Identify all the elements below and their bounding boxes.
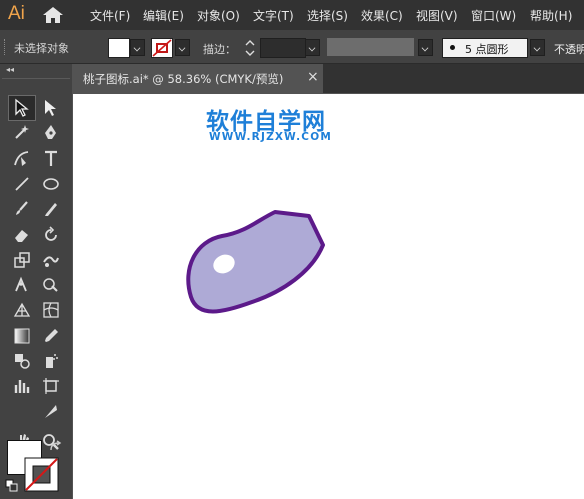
blend-icon <box>15 354 30 369</box>
magic-wand-tool[interactable] <box>8 120 36 146</box>
stroke-swatch-large[interactable] <box>24 457 59 492</box>
brush-dropdown[interactable] <box>530 39 545 56</box>
gradient-tool[interactable] <box>8 323 36 349</box>
watermark-subtitle: WWW.RJZXW.COM <box>209 131 332 143</box>
variable-width-profile[interactable] <box>327 38 414 56</box>
menu-edit[interactable]: 编辑(E) <box>143 7 184 24</box>
pen-tool[interactable] <box>37 120 65 146</box>
artboard-icon <box>43 378 59 395</box>
tab-close-icon[interactable]: × <box>307 69 319 85</box>
artboard-tool[interactable] <box>37 373 65 399</box>
menu-select[interactable]: 选择(S) <box>307 7 348 24</box>
symbol-sprayer-tool[interactable] <box>37 348 65 374</box>
puppet-warp-icon <box>15 276 27 292</box>
selection-tool[interactable] <box>8 95 36 121</box>
fill-color-swatch[interactable] <box>108 38 130 58</box>
column-graph-tool[interactable] <box>8 373 36 399</box>
brush-definition[interactable]: 5 点圆形 <box>442 38 528 58</box>
line-icon <box>15 177 29 191</box>
mesh-tool[interactable] <box>37 297 65 323</box>
stroke-weight-label: 描边： <box>203 43 236 56</box>
curvature-icon <box>14 150 29 166</box>
paintbrush-tool[interactable] <box>8 196 36 222</box>
type-icon <box>45 150 57 166</box>
selection-icon <box>15 98 29 117</box>
peach-shape[interactable] <box>185 205 330 325</box>
direct-selection-tool[interactable] <box>37 95 65 121</box>
direct-selection-icon <box>45 100 56 116</box>
perspective-grid-icon <box>13 303 31 318</box>
menu-help[interactable]: 帮助(H) <box>530 7 572 24</box>
pencil-icon <box>45 203 57 217</box>
document-tab-bar: 桃子图标.ai* @ 58.36% (CMYK/预览) × <box>73 64 584 93</box>
brush-definition-label: 5 点圆形 <box>465 43 509 56</box>
ellipse-tool[interactable] <box>37 171 65 197</box>
eyedropper-tool[interactable] <box>37 323 65 349</box>
peach-body[interactable] <box>186 210 325 314</box>
menu-object[interactable]: 对象(O) <box>197 7 240 24</box>
pen-icon <box>45 125 56 140</box>
menu-type[interactable]: 文字(T) <box>253 7 294 24</box>
opacity-label[interactable]: 不透明 <box>554 41 584 57</box>
collapse-panel-icon[interactable]: ◂◂ <box>6 65 14 74</box>
stroke-weight-stepper[interactable] <box>244 38 256 58</box>
rotate-tool[interactable] <box>37 222 65 248</box>
stroke-dropdown[interactable] <box>175 39 190 56</box>
paintbrush-icon <box>16 201 28 216</box>
stroke-none-swatch[interactable] <box>151 38 173 58</box>
blend-tool[interactable] <box>8 348 36 374</box>
warp-tool[interactable] <box>37 247 65 273</box>
default-colors-icon[interactable] <box>5 479 18 492</box>
eyedropper-icon <box>45 328 58 342</box>
ellipse-icon <box>43 178 59 190</box>
pencil-tool[interactable] <box>37 196 65 222</box>
shape-builder-tool[interactable] <box>37 272 65 298</box>
gradient-icon <box>14 328 30 344</box>
menu-effect[interactable]: 效果(C) <box>361 7 403 24</box>
document-tab[interactable]: 桃子图标.ai* @ 58.36% (CMYK/预览) × <box>73 64 323 93</box>
control-bar-grip <box>4 39 7 55</box>
puppet-warp-tool[interactable] <box>8 272 36 298</box>
slice-tool[interactable] <box>37 399 65 425</box>
magic-wand-icon <box>15 125 29 140</box>
fill-dropdown[interactable] <box>130 39 145 56</box>
menu-view[interactable]: 视图(V) <box>416 7 458 24</box>
line-tool[interactable] <box>8 171 36 197</box>
eraser-tool[interactable] <box>8 222 36 248</box>
selection-status: 未选择对象 <box>14 42 69 55</box>
home-icon[interactable] <box>42 6 64 24</box>
stroke-weight-dropdown[interactable] <box>305 39 320 56</box>
warp-icon <box>43 256 59 267</box>
mesh-icon <box>43 302 59 319</box>
app-logo: Ai <box>8 3 25 24</box>
menu-bar: Ai 文件(F) 编辑(E) 对象(O) 文字(T) 选择(S) 效果(C) 视… <box>0 0 584 30</box>
profile-dropdown[interactable] <box>418 39 433 56</box>
curvature-tool[interactable] <box>8 146 36 172</box>
eraser-icon <box>15 229 28 242</box>
stroke-weight-field[interactable] <box>260 38 306 58</box>
menu-window[interactable]: 窗口(W) <box>471 7 516 24</box>
scale-icon <box>14 252 30 268</box>
type-tool[interactable] <box>37 146 65 172</box>
panel-divider <box>2 78 70 79</box>
rotate-icon <box>45 225 57 241</box>
shape-builder-icon <box>43 278 58 292</box>
scale-tool[interactable] <box>8 247 36 273</box>
swap-colors-icon[interactable] <box>49 440 63 452</box>
column-graph-icon <box>14 380 30 394</box>
menu-file[interactable]: 文件(F) <box>90 7 130 24</box>
symbol-sprayer-icon <box>46 354 58 368</box>
brush-dot-icon <box>450 45 455 50</box>
document-tab-label: 桃子图标.ai* @ 58.36% (CMYK/预览) <box>83 72 284 86</box>
perspective-grid-tool[interactable] <box>8 297 36 323</box>
slice-icon <box>45 404 57 418</box>
